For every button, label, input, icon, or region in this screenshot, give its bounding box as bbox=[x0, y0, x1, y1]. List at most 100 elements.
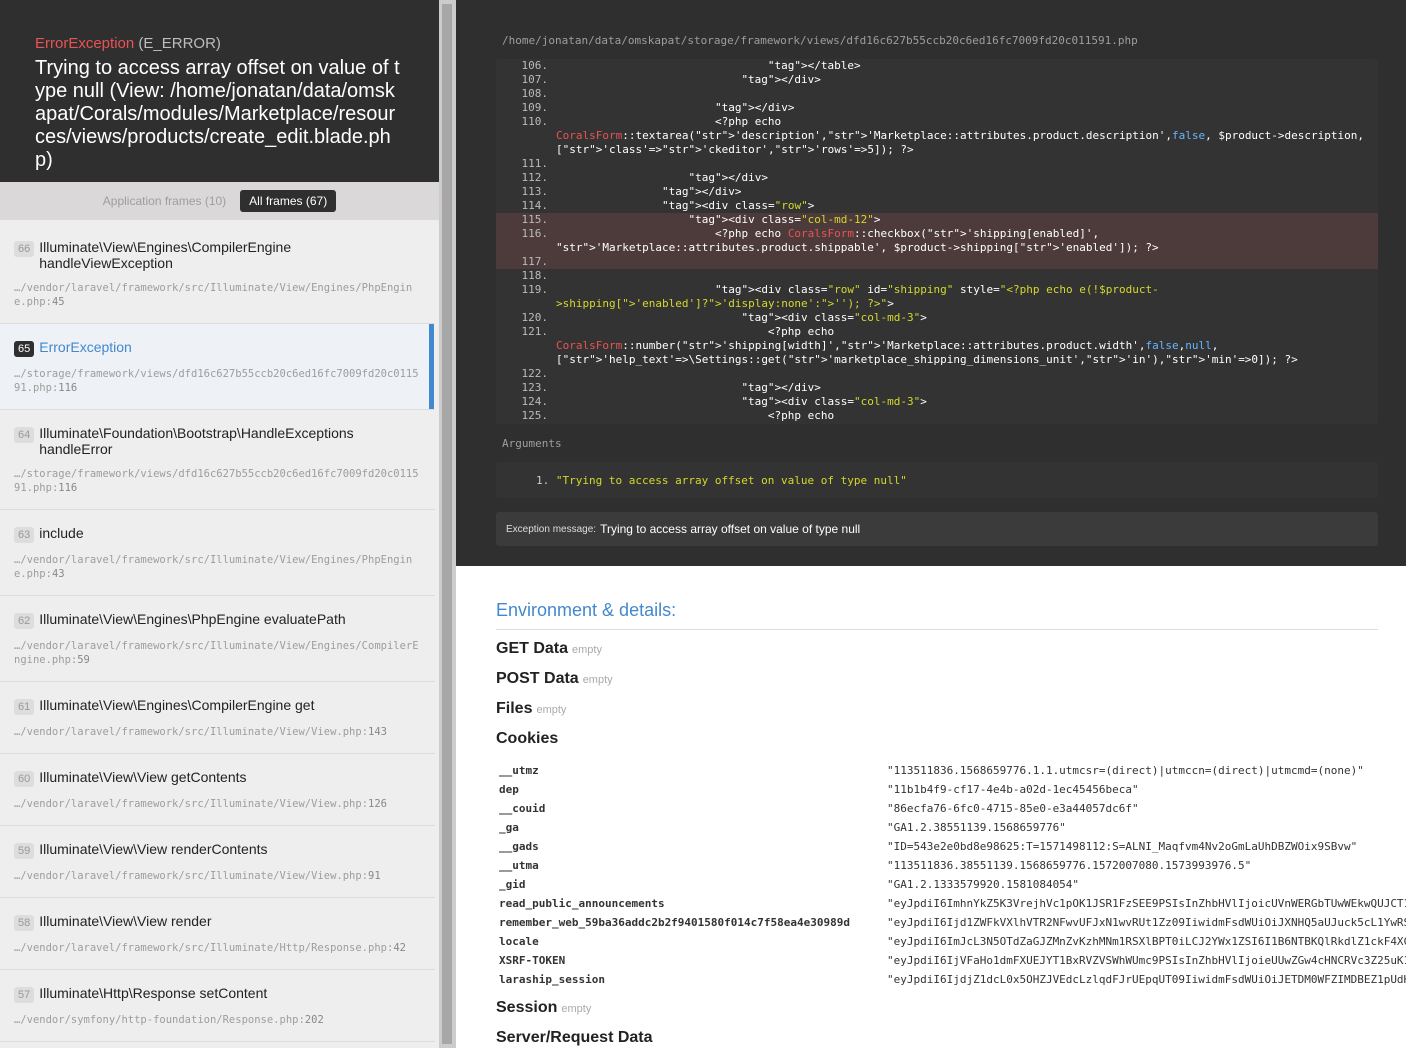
frame-index: 58 bbox=[14, 915, 35, 931]
frame-file-path: …/vendor/laravel/framework/src/Illuminat… bbox=[14, 798, 362, 810]
cookie-value: "ID=543e2e0bd8e98625:T=1571498112:S=ALNI… bbox=[887, 840, 1358, 853]
frame-class: Illuminate\View\Engines\PhpEngine evalua… bbox=[39, 611, 346, 627]
code-line: 111. bbox=[496, 157, 1378, 171]
frames-scrollbar[interactable] bbox=[439, 0, 456, 1048]
line-number: 112. bbox=[521, 171, 549, 184]
frame-class: ErrorException bbox=[39, 339, 132, 355]
line-code: "tag"><div class="row"> bbox=[661, 199, 815, 212]
line-code: "tag"><div class="col-md-3"> bbox=[741, 395, 927, 408]
code-line: 110. <?php echo CoralsForm::textarea("st… bbox=[496, 115, 1378, 157]
cookie-value: "113511836.1568659776.1.1.utmcsr=(direct… bbox=[887, 764, 1364, 777]
line-number: 125. bbox=[521, 409, 549, 422]
code-line: 114. "tag"><div class="row"> bbox=[496, 199, 1378, 213]
code-panel: /home/jonatan/data/omskapat/storage/fram… bbox=[456, 0, 1406, 566]
frame-item[interactable]: 64 Illuminate\Foundation\Bootstrap\Handle… bbox=[0, 410, 435, 510]
details-title: Environment & details: bbox=[496, 600, 1378, 630]
code-line: 121. <?php echo CoralsForm::number("str"… bbox=[496, 325, 1378, 367]
cookie-row: laraship_session "eyJpdiI6IjdjZ1dcL0x5OHZ… bbox=[496, 970, 1406, 989]
frame-file: …/vendor/laravel/framework/src/Illuminat… bbox=[14, 942, 406, 954]
arguments-label: Arguments bbox=[502, 437, 562, 450]
frame-line: 45 bbox=[51, 296, 65, 308]
line-number: 123. bbox=[521, 381, 549, 394]
files-section: Files empty bbox=[496, 699, 1406, 720]
cookie-row: __gads "ID=543e2e0bd8e98625:T=1571498112:… bbox=[496, 837, 1406, 856]
frame-index: 64 bbox=[14, 427, 35, 443]
cookie-key: _gid bbox=[499, 878, 526, 891]
frame-item[interactable]: 57 Illuminate\Http\Response setContent …/v… bbox=[0, 970, 435, 1042]
line-code: "tag"><div class="col-md-3"> bbox=[741, 311, 927, 324]
frame-header: 66 Illuminate\View\Engines\CompilerEngine… bbox=[14, 239, 421, 271]
frame-file-path: …/vendor/laravel/framework/src/Illuminat… bbox=[14, 870, 362, 882]
frame-item[interactable]: 61 Illuminate\View\Engines\CompilerEngine… bbox=[0, 682, 435, 754]
line-number: 109. bbox=[521, 101, 549, 114]
files-label: Files bbox=[496, 700, 533, 717]
cookie-row: XSRF-TOKEN "eyJpdiI6IjVFaHo1dmFXUEJYT1BxR… bbox=[496, 951, 1406, 970]
frame-line: 126 bbox=[368, 798, 387, 810]
line-number: 114. bbox=[521, 199, 549, 212]
application-frames-button[interactable]: Application frames (10) bbox=[103, 191, 226, 211]
code-line: 117. bbox=[496, 255, 1378, 269]
frame-header: 60 Illuminate\View\View getContents bbox=[14, 769, 421, 787]
frame-item[interactable]: 60 Illuminate\View\View getContents …/vend… bbox=[0, 754, 435, 826]
cookie-key: __couid bbox=[499, 802, 546, 815]
line-number: 117. bbox=[521, 255, 549, 268]
frame-index: 57 bbox=[14, 987, 35, 1003]
code-line: 122. bbox=[496, 367, 1378, 381]
scrollbar-thumb[interactable] bbox=[442, 4, 452, 1044]
session-empty: empty bbox=[561, 1003, 592, 1015]
all-frames-button[interactable]: All frames (67) bbox=[240, 190, 337, 212]
frame-item[interactable]: 58 Illuminate\View\View render …/vendor/la… bbox=[0, 898, 435, 970]
frame-item[interactable]: 59 Illuminate\View\View renderContents …/v… bbox=[0, 826, 435, 898]
code-line: 115. "tag"><div class="col-md-12"> bbox=[496, 213, 1378, 227]
get-data-empty: empty bbox=[572, 644, 602, 656]
cookie-value: "eyJpdiI6Ijd1ZWFkVXlhVTR2NFwvUFJxN1wvRUt… bbox=[887, 916, 1406, 929]
frame-index: 63 bbox=[14, 527, 35, 543]
line-code: "tag"></div> bbox=[688, 171, 768, 184]
argument-item: 1. "Trying to access array offset on val… bbox=[536, 474, 907, 487]
session-section: Session empty bbox=[496, 998, 1406, 1019]
frame-class: Illuminate\Foundation\Bootstrap\HandleEx… bbox=[39, 425, 354, 457]
line-code: <?php echo CoralsForm::number("str">'shi… bbox=[556, 325, 1298, 366]
frame-index: 62 bbox=[14, 613, 35, 629]
line-code: "tag"></div> bbox=[714, 101, 795, 114]
cookie-value: "GA1.2.38551139.1568659776" bbox=[887, 821, 1066, 834]
frame-line: 116 bbox=[58, 482, 78, 494]
frame-file-path: …/vendor/symfony/http-foundation/Respons… bbox=[14, 1014, 299, 1026]
frame-filter: Application frames (10) All frames (67) bbox=[0, 182, 439, 220]
code-line: 107. "tag"></div> bbox=[496, 73, 1378, 87]
frame-line: 42 bbox=[393, 942, 406, 954]
frames-panel: ErrorException (E_ERROR) Trying to acces… bbox=[0, 0, 439, 1048]
frame-file: …/storage/framework/views/dfd16c627b55cc… bbox=[14, 368, 419, 394]
cookie-value: "86ecfa76-6fc0-4715-85e0-e3a44057dc6f" bbox=[887, 802, 1139, 815]
frame-index: 65 bbox=[14, 341, 35, 357]
frame-file: …/vendor/laravel/framework/src/Illuminat… bbox=[14, 554, 413, 580]
line-number: 121. bbox=[521, 325, 549, 338]
frame-file-path: …/vendor/laravel/framework/src/Illuminat… bbox=[14, 942, 387, 954]
code-line: 120. "tag"><div class="col-md-3"> bbox=[496, 311, 1378, 325]
frame-file: …/vendor/laravel/framework/src/Illuminat… bbox=[14, 726, 387, 738]
server-data-label: Server/Request Data bbox=[496, 1029, 653, 1046]
frame-item[interactable]: 66 Illuminate\View\Engines\CompilerEngine… bbox=[0, 224, 435, 324]
frame-file: …/vendor/laravel/framework/src/Illuminat… bbox=[14, 798, 387, 810]
exception-message-title: Trying to access array offset on value o… bbox=[35, 57, 400, 171]
code-line: 116. <?php echo CoralsForm::checkbox("st… bbox=[496, 227, 1378, 255]
frame-header: 63 include bbox=[14, 525, 421, 543]
arguments-box: 1. "Trying to access array offset on val… bbox=[496, 462, 1378, 498]
cookies-table: __utmz "113511836.1568659776.1.1.utmcsr=(… bbox=[496, 761, 1406, 989]
file-path: /home/jonatan/data/omskapat/storage/fram… bbox=[502, 34, 1138, 47]
line-number: 111. bbox=[521, 157, 549, 170]
frames-list: 66 Illuminate\View\Engines\CompilerEngine… bbox=[0, 224, 435, 1042]
argument-value: "Trying to access array offset on value … bbox=[555, 474, 907, 487]
code-line: 108. bbox=[496, 87, 1378, 101]
frame-item[interactable]: 63 include …/vendor/laravel/framework/src/… bbox=[0, 510, 435, 596]
line-code: <?php echo CoralsForm::number("str">'shi… bbox=[556, 409, 1232, 424]
cookie-key: __utmz bbox=[499, 764, 539, 777]
cookie-value: "eyJpdiI6IjVFaHo1dmFXUEJYT1BxRVZVSWhWUmc… bbox=[887, 954, 1406, 967]
frame-item[interactable]: 65 ErrorException …/storage/framework/view… bbox=[0, 324, 435, 410]
frame-item[interactable]: 62 Illuminate\View\Engines\PhpEngine eval… bbox=[0, 596, 435, 682]
environment-details: Environment & details: GET Data empty POS… bbox=[496, 600, 1406, 1047]
frame-class: Illuminate\View\View render bbox=[39, 913, 212, 929]
line-code: "tag"></div> bbox=[741, 381, 821, 394]
line-number: 124. bbox=[521, 395, 549, 408]
